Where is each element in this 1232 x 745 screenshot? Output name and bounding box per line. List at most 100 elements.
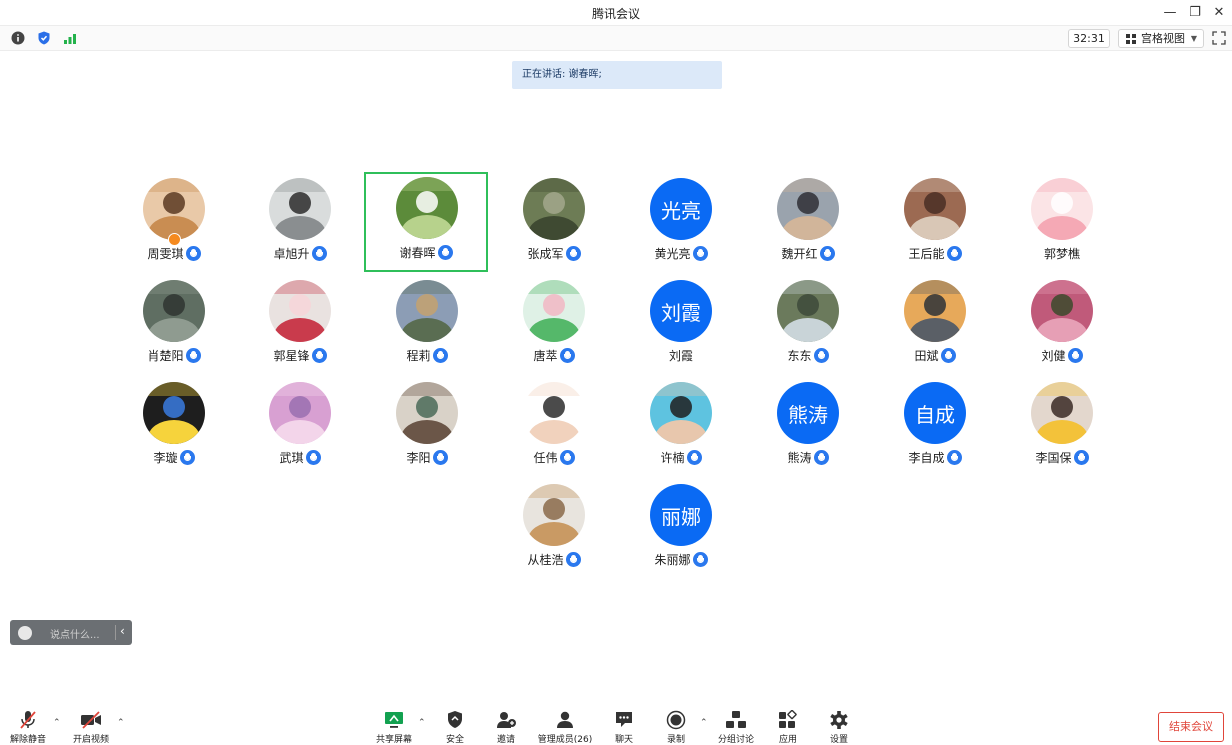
record-options-chevron-icon[interactable]: ⌃ (700, 718, 708, 728)
avatar-photo-icon (143, 280, 205, 342)
participant-tile[interactable]: 李国保 (1000, 377, 1124, 477)
participant-name-row: 卓旭升 (238, 245, 362, 262)
participant-name: 从桂浩 (527, 553, 564, 567)
participant-name-row: 李自成 (873, 449, 997, 466)
participant-tile[interactable]: 周雯琪 (112, 173, 236, 273)
participant-tile[interactable]: 张成军 (492, 173, 616, 273)
participant-name-row: 程莉 (365, 347, 489, 364)
participant-tile[interactable]: 王后能 (873, 173, 997, 273)
participant-name: 朱丽娜 (654, 553, 691, 567)
avatar (396, 382, 458, 444)
start-video-button[interactable]: 开启视频 (63, 710, 119, 745)
participant-tile[interactable]: 熊涛 熊涛 (746, 377, 870, 477)
avatar-photo-icon (396, 382, 458, 444)
record-button[interactable]: 录制 (648, 710, 704, 745)
avatar (777, 280, 839, 342)
share-screen-button[interactable]: 共享屏幕 (366, 710, 422, 745)
restore-button[interactable]: ❐ (1184, 3, 1206, 21)
settings-label: 设置 (829, 735, 848, 745)
participant-tile[interactable]: 唐萃 (492, 275, 616, 375)
security-label: 安全 (445, 735, 464, 745)
participant-tile[interactable]: 卓旭升 (238, 173, 362, 273)
participant-tile[interactable]: 魏开红 (746, 173, 870, 273)
avatar (143, 178, 205, 240)
settings-button[interactable]: 设置 (811, 710, 867, 745)
participant-name: 刘健 (1041, 349, 1066, 363)
microphone-icon (946, 246, 962, 261)
breakout-button[interactable]: 分组讨论 (708, 710, 764, 745)
participant-name-row: 李璇 (112, 449, 236, 466)
participant-tile[interactable]: 程莉 (365, 275, 489, 375)
microphone-icon (1067, 348, 1083, 363)
participant-tile[interactable]: 自成 李自成 (873, 377, 997, 477)
avatar-photo-icon (523, 280, 585, 342)
participant-name-row: 唐萃 (492, 347, 616, 364)
avatar-photo-icon (143, 178, 205, 240)
apps-label: 应用 (778, 735, 797, 745)
share-options-chevron-icon[interactable]: ⌃ (418, 718, 426, 728)
participant-name-row: 郭梦樵 (1000, 245, 1124, 262)
participant-tile[interactable]: 田斌 (873, 275, 997, 375)
network-signal-icon[interactable] (63, 31, 77, 45)
info-icon[interactable] (11, 31, 25, 45)
participant-tile[interactable]: 光亮 黄光亮 (619, 173, 743, 273)
microphone-icon (311, 348, 327, 363)
invite-button[interactable]: 邀请 (478, 710, 534, 745)
view-mode-dropdown[interactable]: 宫格视图 ▼ (1118, 29, 1204, 48)
participant-name: 田斌 (914, 349, 939, 363)
video-options-chevron-icon[interactable]: ⌃ (117, 718, 125, 728)
avatar-photo-icon (523, 178, 585, 240)
unmute-button[interactable]: 解除静音 (0, 710, 56, 745)
participant-tile[interactable]: 谢春晖 (364, 172, 488, 272)
members-icon (557, 711, 573, 728)
participant-tile[interactable]: 郭梦樵 (1000, 173, 1124, 273)
avatar (1031, 178, 1093, 240)
security-button[interactable]: 安全 (427, 710, 483, 745)
participant-tile[interactable]: 李璇 (112, 377, 236, 477)
record-icon (666, 710, 686, 730)
chat-button[interactable]: 聊天 (596, 710, 652, 745)
window-title: 腾讯会议 (591, 7, 640, 21)
apps-button[interactable]: 应用 (760, 710, 816, 745)
avatar (1031, 280, 1093, 342)
audio-options-chevron-icon[interactable]: ⌃ (53, 718, 61, 728)
mic-muted-icon (20, 711, 36, 729)
participant-tile[interactable]: 任伟 (492, 377, 616, 477)
participant-name: 武琪 (279, 451, 304, 465)
microphone-icon (432, 348, 448, 363)
participant-tile[interactable]: 李阳 (365, 377, 489, 477)
grid-view-icon (1126, 34, 1136, 44)
fullscreen-icon[interactable] (1212, 31, 1226, 45)
participant-tile[interactable]: 丽娜 朱丽娜 (619, 479, 743, 579)
invite-label: 邀请 (496, 735, 515, 745)
participant-tile[interactable]: 刘霞 刘霞 (619, 275, 743, 375)
participant-name-row: 黄光亮 (619, 245, 743, 262)
manage-members-button[interactable]: 管理成员(26) (530, 710, 600, 745)
participant-tile[interactable]: 肖楚阳 (112, 275, 236, 375)
minimize-button[interactable]: — (1159, 3, 1181, 21)
avatar-photo-icon (143, 382, 205, 444)
participant-name-row: 李阳 (365, 449, 489, 466)
chat-placeholder[interactable]: 说点什么... (50, 626, 100, 641)
avatar-photo-icon (269, 280, 331, 342)
avatar-photo-icon (777, 280, 839, 342)
participant-tile[interactable]: 郭星锋 (238, 275, 362, 375)
participant-name-row: 魏开红 (746, 245, 870, 262)
participant-tile[interactable]: 许楠 (619, 377, 743, 477)
participant-name: 东东 (787, 349, 812, 363)
avatar (650, 382, 712, 444)
shield-icon[interactable] (37, 31, 51, 45)
end-meeting-button[interactable]: 结束会议 (1158, 712, 1224, 742)
emoji-icon[interactable] (18, 626, 32, 640)
microphone-icon (559, 348, 575, 363)
participant-tile[interactable]: 从桂浩 (492, 479, 616, 579)
collapse-chevron-icon[interactable]: ‹ (120, 624, 125, 638)
close-button[interactable]: ✕ (1208, 3, 1230, 21)
speaking-indicator: 正在讲话: 谢春晖; (512, 61, 722, 89)
participant-tile[interactable]: 东东 (746, 275, 870, 375)
quick-chat-box[interactable]: 说点什么... ‹ (10, 620, 132, 645)
participant-tile[interactable]: 武琪 (238, 377, 362, 477)
participant-name: 李阳 (406, 451, 431, 465)
participant-tile[interactable]: 刘健 (1000, 275, 1124, 375)
participant-name-row: 武琪 (238, 449, 362, 466)
